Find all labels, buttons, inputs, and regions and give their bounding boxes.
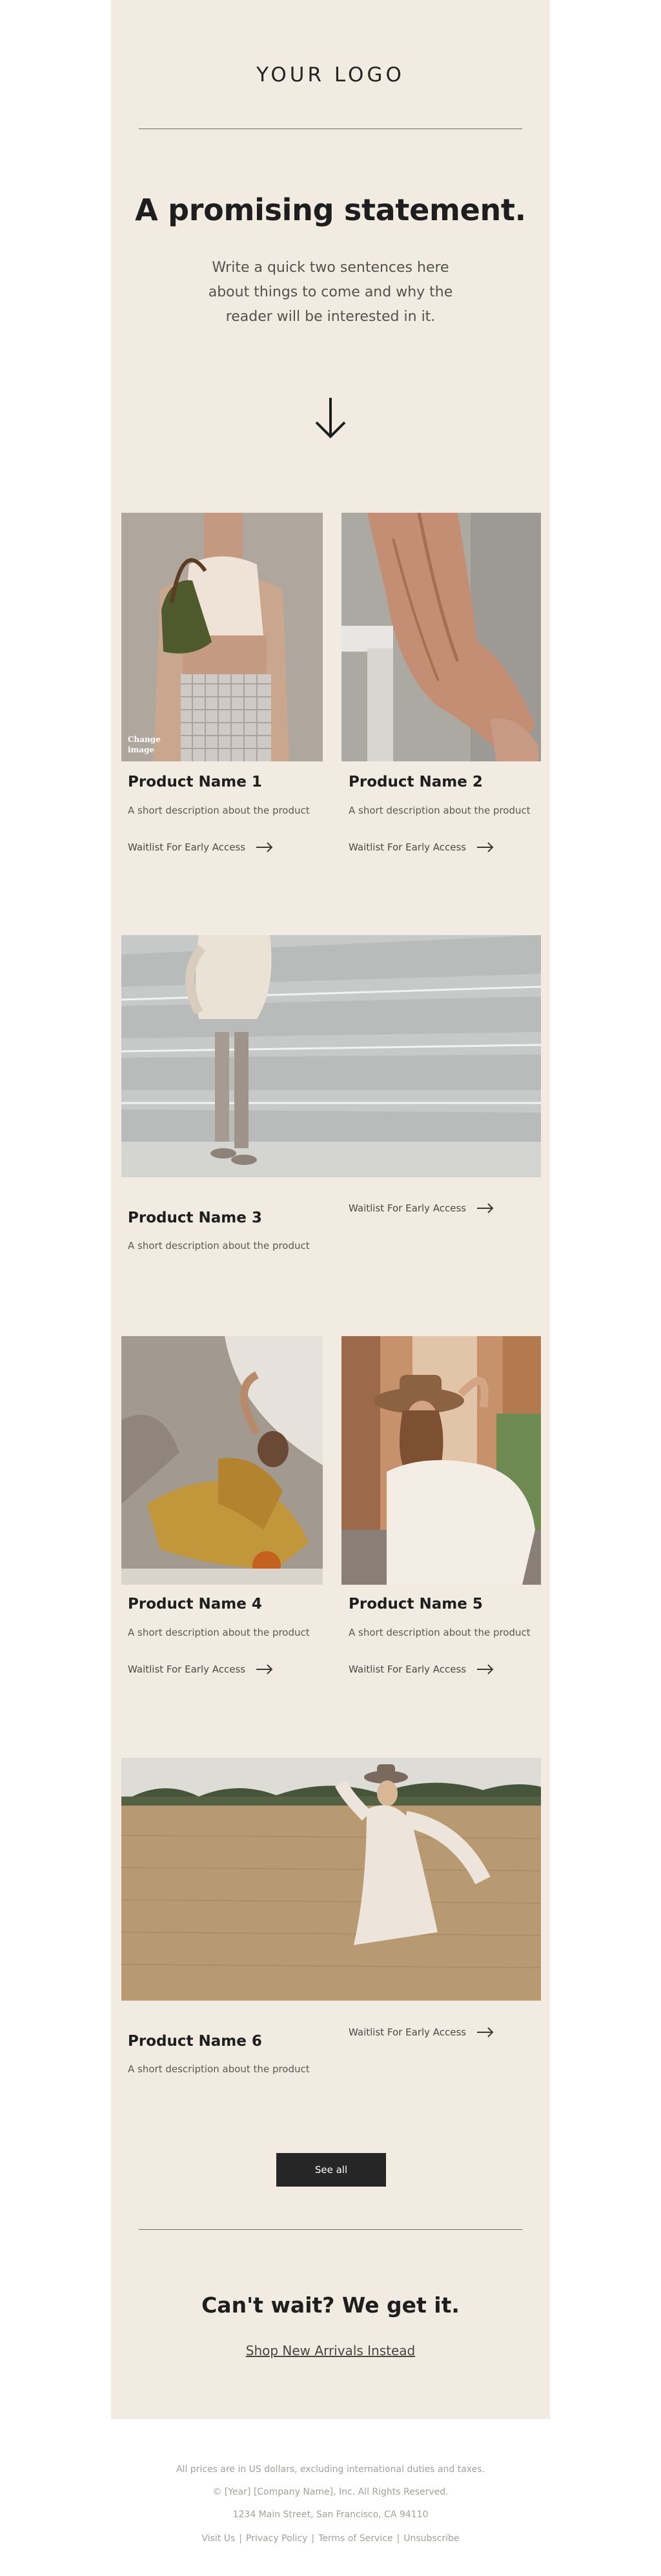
shop-new-arrivals-link[interactable]: Shop New Arrivals Instead	[111, 2343, 550, 2358]
footer-disclaimer: All prices are in US dollars, excluding …	[176, 2464, 485, 2475]
product-1-image[interactable]: Change image	[121, 513, 323, 761]
product-6-image[interactable]	[121, 1758, 541, 2001]
closing-headline: Can't wait? We get it.	[201, 2293, 460, 2318]
product-5-desc: A short description about the product	[349, 1627, 531, 1638]
arrow-down-icon	[315, 398, 346, 438]
arrow-right-icon	[477, 842, 494, 852]
product-4-name: Product Name 4	[128, 1596, 262, 1613]
see-all-button[interactable]: See all	[276, 2153, 386, 2187]
product-4-desc: A short description about the product	[128, 1627, 310, 1638]
product-2-desc: A short description about the product	[349, 805, 531, 816]
arrow-right-icon	[256, 842, 273, 852]
hero-intro: Write a quick two sentences here about t…	[208, 260, 453, 325]
footer-address: 1234 Main Street, San Francisco, CA 9411…	[232, 2509, 429, 2520]
divider	[139, 2229, 522, 2230]
waitlist-label: Waitlist For Early Access	[128, 841, 246, 853]
product-2-waitlist-link[interactable]: Waitlist For Early Access	[349, 841, 494, 853]
product-4-image[interactable]	[121, 1336, 323, 1585]
footer-copyright: © [Year] [Company Name], Inc. All Rights…	[212, 2487, 449, 2497]
email-container: YOUR LOGO A promising statement. Write a…	[111, 0, 550, 2419]
product-5-image[interactable]	[341, 1336, 541, 1585]
separator: |	[311, 2533, 315, 2544]
product-5-waitlist-link[interactable]: Waitlist For Early Access	[349, 1664, 494, 1675]
waitlist-label: Waitlist For Early Access	[349, 1202, 467, 1214]
product-4-waitlist-link[interactable]: Waitlist For Early Access	[128, 1664, 274, 1675]
footer-links: Visit Us | Privacy Policy | Terms of Service…	[0, 2533, 661, 2544]
product-1-desc: A short description about the product	[128, 805, 310, 816]
separator: |	[396, 2533, 400, 2544]
product-6-waitlist-link[interactable]: Waitlist For Early Access	[349, 2026, 494, 2038]
arrow-right-icon	[477, 1203, 494, 1213]
product-2-image[interactable]	[341, 513, 541, 761]
unsubscribe-link[interactable]: Unsubscribe	[403, 2533, 459, 2544]
product-2-name: Product Name 2	[349, 774, 483, 790]
waitlist-label: Waitlist For Early Access	[349, 2026, 467, 2038]
arrow-right-icon	[477, 2027, 494, 2037]
product-3-waitlist-link[interactable]: Waitlist For Early Access	[349, 1202, 494, 1214]
product-3-image[interactable]	[121, 935, 541, 1177]
product-1-name: Product Name 1	[128, 774, 262, 790]
privacy-policy-link[interactable]: Privacy Policy	[246, 2533, 307, 2544]
terms-of-service-link[interactable]: Terms of Service	[318, 2533, 392, 2544]
product-6-desc: A short description about the product	[128, 2063, 310, 2075]
separator: |	[239, 2533, 242, 2544]
product-1-waitlist-link[interactable]: Waitlist For Early Access	[128, 841, 274, 853]
change-image-label[interactable]: Change image	[128, 734, 167, 755]
logo[interactable]: YOUR LOGO	[111, 63, 550, 87]
product-5-name: Product Name 5	[349, 1596, 483, 1613]
visit-us-link[interactable]: Visit Us	[201, 2533, 235, 2544]
waitlist-label: Waitlist For Early Access	[349, 841, 467, 853]
hero-headline: A promising statement.	[135, 192, 526, 227]
arrow-right-icon	[477, 1664, 494, 1674]
product-3-desc: A short description about the product	[128, 1240, 310, 1252]
product-6-name: Product Name 6	[128, 2033, 262, 2050]
product-3-name: Product Name 3	[128, 1210, 262, 1226]
waitlist-label: Waitlist For Early Access	[349, 1664, 467, 1675]
waitlist-label: Waitlist For Early Access	[128, 1664, 246, 1675]
arrow-right-icon	[256, 1664, 273, 1674]
